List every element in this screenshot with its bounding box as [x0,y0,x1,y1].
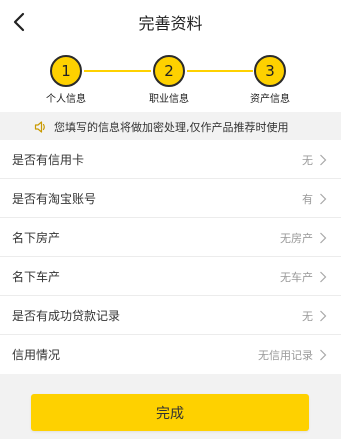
chevron-right-icon [320,310,327,322]
page-title: 完善资料 [138,14,203,33]
field-value: 无信用记录 [258,349,313,362]
field-value: 有 [302,193,313,206]
chevron-right-icon [320,154,327,166]
privacy-notice: 您填写的信息将做加密处理,仅作产品推荐时使用 [0,114,341,140]
done-button[interactable]: 完成 [31,394,309,431]
chevron-right-icon [320,193,327,205]
step-number: 2 [153,55,185,87]
field-taobao-account[interactable]: 是否有淘宝账号 有 [0,179,341,218]
field-loan-record[interactable]: 是否有成功贷款记录 无 [0,296,341,335]
field-value: 无房产 [280,232,313,245]
step-label: 职业信息 [149,94,189,105]
step-label: 个人信息 [46,94,86,105]
field-label: 是否有信用卡 [12,153,85,167]
step-number: 3 [254,55,286,87]
step-label: 资产信息 [250,94,290,105]
field-label: 是否有成功贷款记录 [12,309,121,323]
step-asset-info: 3 资产信息 [230,55,310,105]
chevron-right-icon [320,232,327,244]
field-value: 无 [302,310,313,323]
field-vehicle[interactable]: 名下车产 无车产 [0,257,341,296]
nav-bar: 完善资料 [0,0,341,44]
progress-steps: 1 个人信息 2 职业信息 3 资产信息 [0,44,341,112]
field-label: 名下车产 [12,270,61,284]
field-credit-status[interactable]: 信用情况 无信用记录 [0,335,341,374]
asset-form-list: 是否有信用卡 无 是否有淘宝账号 有 名下房产 无房产 名下车产 无车产 是否有… [0,140,341,374]
speaker-icon [34,120,48,134]
chevron-right-icon [320,271,327,283]
chevron-right-icon [320,349,327,361]
field-label: 名下房产 [12,231,61,245]
step-personal-info: 1 个人信息 [26,55,106,105]
field-credit-card[interactable]: 是否有信用卡 无 [0,140,341,179]
field-property[interactable]: 名下房产 无房产 [0,218,341,257]
field-value: 无 [302,154,313,167]
field-label: 是否有淘宝账号 [12,192,97,206]
field-value: 无车产 [280,271,313,284]
field-label: 信用情况 [12,348,61,362]
step-number: 1 [50,55,82,87]
notice-text: 您填写的信息将做加密处理,仅作产品推荐时使用 [54,121,289,134]
step-career-info: 2 职业信息 [129,55,209,105]
